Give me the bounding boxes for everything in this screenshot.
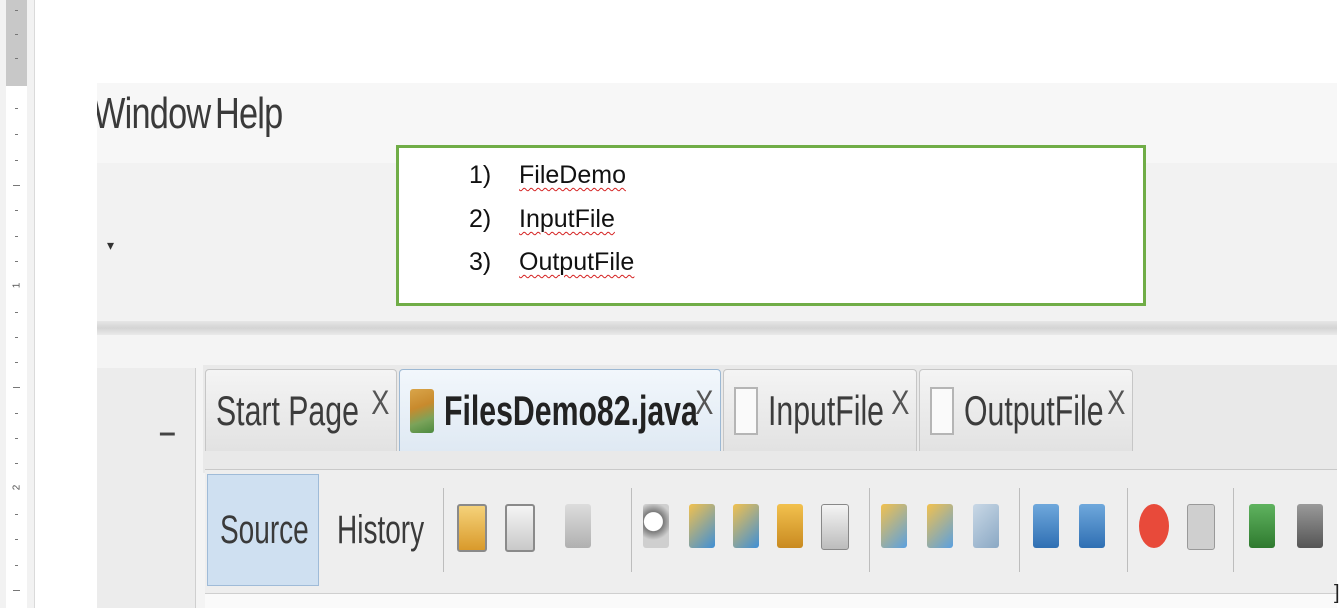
ruler-tick <box>13 387 20 388</box>
ruler-tick <box>15 10 18 11</box>
last-edit-icon[interactable] <box>457 504 487 552</box>
source-button[interactable]: Source <box>207 474 319 586</box>
editor-toolbar: Source History <box>205 469 1337 594</box>
list-number: 2) <box>469 205 492 233</box>
toolbar-separator <box>97 321 1337 335</box>
toolbar-divider <box>869 488 870 572</box>
ruler-tick <box>15 261 18 262</box>
file-icon <box>734 386 758 435</box>
tab-label: FilesDemo82.java <box>444 386 698 434</box>
find-icon[interactable] <box>643 504 669 548</box>
source-label: Source <box>220 507 309 552</box>
ruler-tick <box>13 185 20 186</box>
find-next-icon[interactable] <box>733 504 759 548</box>
toolbar-divider <box>631 488 632 572</box>
list-item: 3) OutputFile <box>469 248 634 277</box>
tab-outputfile[interactable]: OutputFile X <box>919 369 1133 451</box>
close-icon[interactable]: X <box>372 384 390 423</box>
ruler-tick <box>15 58 18 59</box>
toolbar-divider <box>1019 488 1020 572</box>
close-icon[interactable]: X <box>1108 384 1126 423</box>
toggle-bookmark-icon[interactable] <box>973 504 999 548</box>
list-text: InputFile <box>519 205 615 233</box>
toolbar-divider <box>443 488 444 572</box>
toolbar-divider <box>1127 488 1128 572</box>
forward-icon[interactable] <box>565 504 591 548</box>
ruler-tick <box>15 413 18 414</box>
uncomment-icon[interactable] <box>1297 504 1323 548</box>
list-number: 3) <box>469 248 492 276</box>
list-item: 1) FileDemo <box>469 161 626 190</box>
ruler-tick <box>13 590 20 591</box>
ruler-number: 2 <box>11 484 23 491</box>
list-item: 2) InputFile <box>469 205 615 234</box>
java-file-icon <box>410 388 434 433</box>
menu-help[interactable]: Help <box>215 89 283 139</box>
toggle-highlight-icon[interactable] <box>777 504 803 548</box>
ruler-number: 1 <box>11 282 23 289</box>
ruler-band <box>6 0 27 608</box>
ruler-tick <box>15 210 18 211</box>
toggle-selection-icon[interactable] <box>821 504 849 550</box>
code-editor-area[interactable] <box>205 593 1337 608</box>
tab-inputfile[interactable]: InputFile X <box>723 369 917 451</box>
list-text: FileDemo <box>519 161 626 189</box>
tab-filesdemo82-java[interactable]: FilesDemo82.java X <box>399 369 721 451</box>
history-label: History <box>337 507 425 552</box>
start-macro-icon[interactable] <box>1139 504 1169 548</box>
text-cursor-bracket: ] <box>1334 582 1340 604</box>
stop-macro-icon[interactable] <box>1187 504 1215 550</box>
ruler-tick <box>15 565 18 566</box>
tab-start-page[interactable]: Start Page X <box>205 369 397 451</box>
chevron-down-icon[interactable]: ▾ <box>107 237 114 254</box>
editor-tab-strip: Start Page X FilesDemo82.java X InputFil… <box>203 365 1337 473</box>
comment-icon[interactable] <box>1249 504 1275 548</box>
back-icon[interactable] <box>505 504 535 552</box>
file-list-textbox[interactable]: 1) FileDemo 2) InputFile 3) OutputFile <box>396 145 1146 306</box>
ruler-tick <box>15 236 18 237</box>
shift-left-icon[interactable] <box>1033 504 1059 548</box>
ruler-tick <box>15 337 18 338</box>
next-bookmark-icon[interactable] <box>927 504 953 548</box>
shift-right-icon[interactable] <box>1079 504 1105 548</box>
ruler-tick <box>15 312 18 313</box>
tab-label: OutputFile <box>964 386 1104 434</box>
ruler-tick <box>15 134 18 135</box>
ruler-tick <box>15 34 18 35</box>
find-previous-icon[interactable] <box>689 504 715 548</box>
ruler-tick <box>15 362 18 363</box>
menu-window[interactable]: Window <box>97 89 211 139</box>
ruler-tick <box>15 438 18 439</box>
projects-panel: – <box>97 368 196 608</box>
toolbar-divider <box>1233 488 1234 572</box>
file-icon <box>930 386 954 435</box>
ruler-tick <box>15 160 18 161</box>
close-icon[interactable]: X <box>696 384 714 423</box>
list-text: OutputFile <box>519 248 635 276</box>
tab-label: Start Page <box>216 386 359 434</box>
ruler-tick <box>15 514 18 515</box>
ruler-margin-marker[interactable] <box>6 0 27 86</box>
list-number: 1) <box>469 161 492 189</box>
vertical-ruler: 1 2 <box>0 0 35 608</box>
ruler-tick <box>15 463 18 464</box>
tab-label: InputFile <box>768 386 884 434</box>
minimize-icon[interactable]: – <box>159 416 176 450</box>
ruler-tick <box>15 539 18 540</box>
close-icon[interactable]: X <box>892 384 910 423</box>
previous-bookmark-icon[interactable] <box>881 504 907 548</box>
ruler-tick <box>15 108 18 109</box>
history-button[interactable]: History <box>325 474 437 586</box>
